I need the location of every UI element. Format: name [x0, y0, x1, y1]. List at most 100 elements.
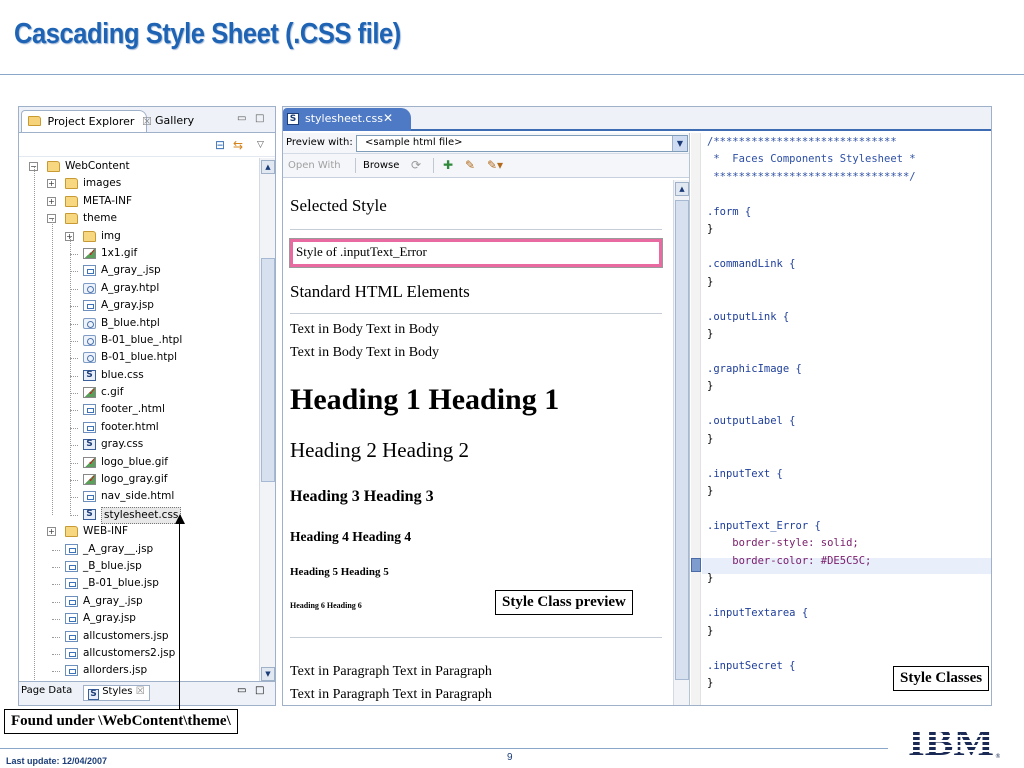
tree-item[interactable]: 1x1.gif — [19, 245, 259, 262]
tree-connector — [52, 549, 60, 551]
css-source-pane[interactable]: /***************************** * Faces C… — [691, 133, 991, 705]
preview-render: Selected Style Style of .inputText_Error… — [283, 180, 673, 705]
tree-item-label: 1x1.gif — [101, 246, 138, 259]
preview-divider — [290, 313, 662, 314]
web-file-icon — [83, 404, 96, 416]
tree-item[interactable]: allcustomers2.jsp — [19, 645, 259, 662]
expand-icon[interactable]: + — [47, 196, 56, 206]
scrollbar-thumb[interactable] — [675, 200, 689, 680]
arrow-head — [175, 514, 185, 524]
tree-item[interactable]: − theme — [19, 210, 259, 227]
browse-button[interactable]: Browse — [363, 160, 399, 171]
tree-item[interactable]: allorders.jsp — [19, 662, 259, 679]
tree-item[interactable]: A_gray_.jsp — [19, 262, 259, 279]
scroll-up-icon[interactable]: ▲ — [261, 160, 275, 174]
scroll-down-icon[interactable]: ▼ — [261, 667, 275, 681]
tab-gallery[interactable]: Gallery — [149, 110, 207, 132]
tree-item[interactable]: Sstylesheet.css — [19, 506, 259, 524]
maximize-icon[interactable]: □ — [255, 113, 264, 124]
tree-item[interactable]: A_gray.jsp — [19, 297, 259, 314]
close-icon[interactable]: ☒ — [136, 686, 145, 697]
css-file-icon: S — [83, 508, 96, 520]
source-line: } — [707, 223, 714, 236]
tree-item[interactable]: _B-01_blue.jsp — [19, 575, 259, 592]
preview-file-select[interactable]: <sample html file> ▼ — [356, 135, 688, 152]
tree-item-label: _B-01_blue.jsp — [83, 577, 159, 590]
tree-item[interactable]: + img — [19, 228, 259, 245]
tree-item-label: A_gray.jsp — [83, 612, 136, 625]
tree-item[interactable]: A_gray.jsp — [19, 610, 259, 627]
tab-page-data[interactable]: Page Data — [21, 685, 72, 696]
tab-styles[interactable]: S Styles ☒ — [83, 685, 150, 701]
heading-3-sample: Heading 3 Heading 3 — [290, 488, 434, 505]
expand-icon[interactable]: + — [47, 527, 56, 537]
tree-item[interactable]: B_blue.htpl — [19, 315, 259, 332]
paragraph-text-line-2: Text in Paragraph Text in Paragraph — [290, 687, 492, 702]
maximize-icon[interactable]: □ — [255, 685, 264, 696]
css-file-icon: S — [83, 439, 96, 451]
edit-style-icon[interactable]: ✎ — [465, 158, 475, 172]
web-file-icon — [65, 665, 78, 677]
tree-item-label: c.gif — [101, 386, 124, 399]
web-file-icon — [83, 491, 96, 503]
explorer-scrollbar[interactable]: ▲ ▼ — [259, 158, 275, 683]
add-style-icon[interactable]: ✚ — [443, 158, 453, 172]
tree-item[interactable]: Sgray.css — [19, 436, 259, 453]
chevron-down-icon[interactable]: ▼ — [672, 136, 687, 151]
tree-guide-line — [70, 236, 71, 514]
tab-stylesheet-css[interactable]: S stylesheet.css ✕ — [283, 108, 411, 131]
tree-item-label: A_gray.htpl — [101, 281, 160, 294]
preview-file-value: <sample html file> — [365, 137, 463, 148]
tree-item[interactable]: _B_blue.jsp — [19, 558, 259, 575]
source-ruler — [691, 133, 701, 705]
explorer-toolbar: ⊟ ⇆ ▽ — [19, 133, 275, 157]
editor-tab-label: stylesheet.css — [305, 112, 383, 125]
minimize-icon[interactable]: ▭ — [237, 685, 246, 696]
tree-item[interactable]: Sblue.css — [19, 367, 259, 384]
standard-html-heading: Standard HTML Elements — [290, 282, 470, 301]
collapse-all-icon[interactable]: ⊟ — [215, 138, 225, 152]
close-icon[interactable]: ✕ — [383, 111, 393, 125]
tree-item[interactable]: B-01_blue_.htpl — [19, 332, 259, 349]
css-editor: S stylesheet.css ✕ Preview with: <sample… — [282, 106, 992, 706]
preview-scrollbar[interactable]: ▲ — [673, 180, 689, 705]
tree-item[interactable]: + WEB-INF — [19, 523, 259, 540]
style-options-icon[interactable]: ✎▾ — [487, 158, 503, 172]
tree-item[interactable]: allcustomers.jsp — [19, 628, 259, 645]
tree-connector — [70, 253, 78, 255]
tree-item-label: WEB-INF — [83, 525, 128, 538]
tree-item[interactable]: A_gray.htpl — [19, 280, 259, 297]
source-line: border-color: #DE5C5C; — [707, 554, 872, 567]
web-file-icon — [83, 300, 96, 312]
scrollbar-thumb[interactable] — [261, 258, 275, 482]
tree-item[interactable]: _A_gray__.jsp — [19, 541, 259, 558]
toolbar-separator — [433, 158, 434, 173]
tree-item[interactable]: footer.html — [19, 419, 259, 436]
refresh-icon[interactable]: ⟳ — [411, 158, 421, 172]
tree-item-label: img — [101, 229, 121, 242]
tree-item[interactable]: nav_side.html — [19, 488, 259, 505]
tree-item[interactable]: B-01_blue.htpl — [19, 349, 259, 366]
tree-item[interactable]: + META-INF — [19, 193, 259, 210]
project-explorer-view: Project Explorer ☒ Gallery ▭ □ ⊟ ⇆ ▽ − We… — [18, 106, 276, 706]
tree-item[interactable]: A_gray_.jsp — [19, 593, 259, 610]
toolbar-separator — [355, 158, 356, 173]
link-with-editor-icon[interactable]: ⇆ — [233, 138, 243, 152]
tree-item-label: footer.html — [101, 420, 159, 433]
project-tree: −WebContent+images+META-INF−theme+img1x1… — [19, 158, 259, 683]
source-line: .form { — [707, 205, 752, 218]
tab-project-explorer[interactable]: Project Explorer ☒ — [21, 110, 152, 132]
tree-item[interactable]: footer_.html — [19, 401, 259, 418]
scroll-up-icon[interactable]: ▲ — [675, 182, 689, 196]
tree-item[interactable]: − WebContent — [19, 158, 259, 175]
expand-icon[interactable]: + — [47, 179, 56, 189]
open-with-button[interactable]: Open With — [288, 160, 341, 171]
view-menu-icon[interactable]: ▽ — [257, 140, 264, 150]
tree-item[interactable]: c.gif — [19, 384, 259, 401]
tree-item[interactable]: logo_gray.gif — [19, 471, 259, 488]
style-preview-pane: Preview with: <sample html file> ▼ Open … — [283, 133, 690, 705]
tree-item[interactable]: + images — [19, 175, 259, 192]
tree-guide-line — [34, 167, 35, 683]
minimize-icon[interactable]: ▭ — [237, 113, 246, 124]
tree-item[interactable]: logo_blue.gif — [19, 454, 259, 471]
